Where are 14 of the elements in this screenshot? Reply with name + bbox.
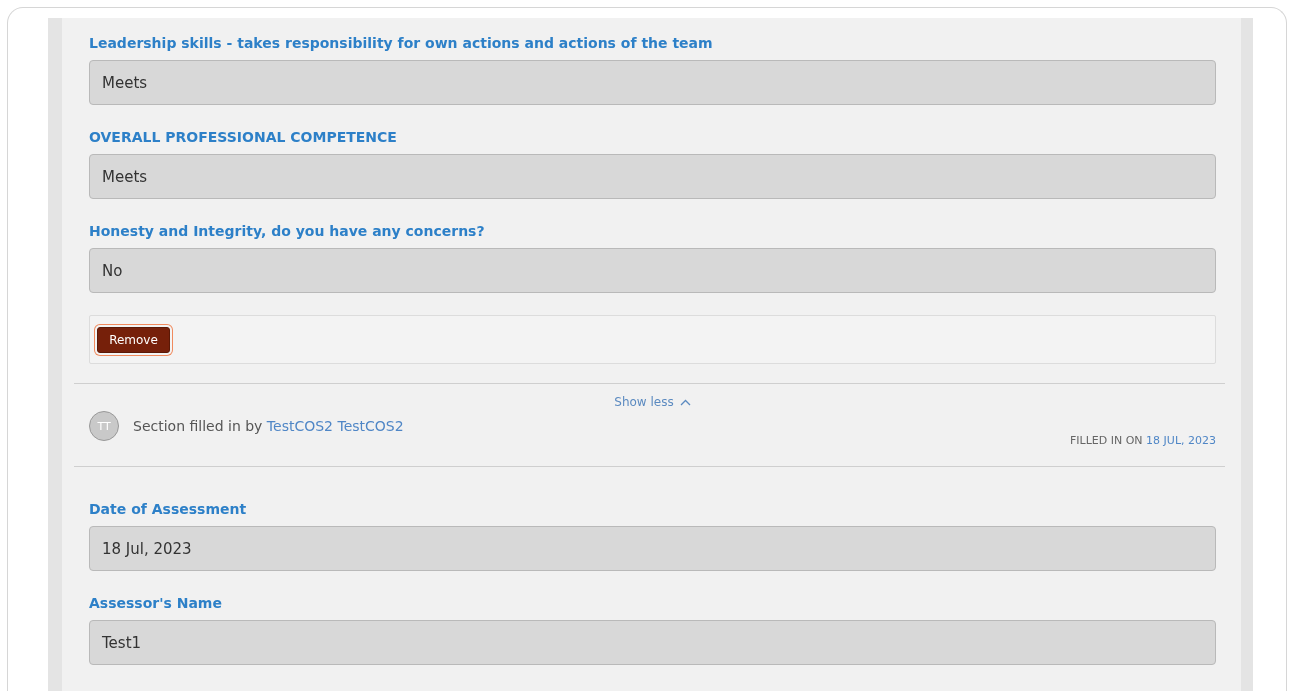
filled-date: FILLED IN ON 18 JUL, 2023 [1070,434,1216,447]
field-label: Date of Assessment [89,500,248,519]
chevron-icon [679,398,691,406]
value-field[interactable]: No [89,248,1216,293]
field-label: Leadership skills - takes responsibility for own actions and actions of the team [89,34,714,53]
value-field[interactable]: Meets [89,60,1216,105]
field-label: Assessor's Name [89,594,223,613]
value-field[interactable]: Meets [89,154,1216,199]
field-label: Honesty and Integrity, do you have any concerns? [89,222,486,241]
value-field[interactable]: Test1 [89,620,1216,665]
field-label: OVERALL PROFESSIONAL COMPETENCE [89,128,398,147]
value-field[interactable]: 18 Jul, 2023 [89,526,1216,571]
filled-by-text: Section filled in by TestCOS2 TestCOS2 [133,418,404,434]
remove-button[interactable]: Remove [97,326,170,353]
